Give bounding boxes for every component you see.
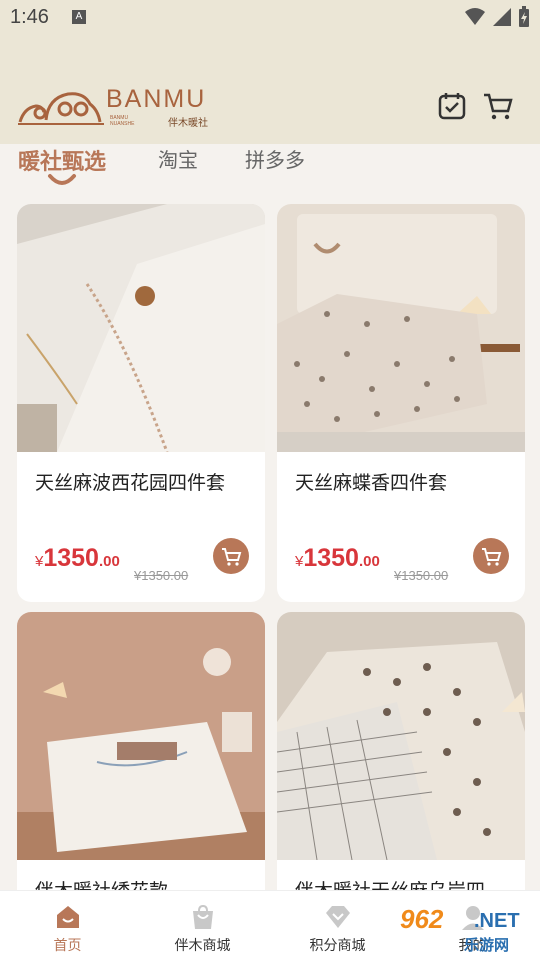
status-bar: 1:46 A (0, 0, 540, 36)
product-card[interactable]: 伴木暖社绣花款 (17, 612, 265, 890)
product-title[interactable]: 天丝麻波西花园四件套 (35, 468, 225, 495)
logo-wordmark: BANMU (106, 85, 207, 113)
tab-pinduoduo[interactable]: 拼多多 (245, 144, 305, 173)
shopping-cart-icon[interactable] (482, 90, 514, 122)
brand-logo: BANMU BANMU NUANSHE 伴木暖社 (18, 84, 218, 129)
diamond-icon (326, 906, 350, 928)
price-integer: 1350 (303, 544, 359, 572)
nav-banmu-mall[interactable]: 伴木商城 (135, 891, 270, 960)
cart-icon (482, 548, 502, 566)
watermark-cn: 乐游网 (464, 936, 510, 954)
product-title[interactable]: 伴木暖社绣花款 (35, 876, 168, 890)
product-title[interactable]: 伴木暖社天丝麻乌岸四 (295, 876, 485, 890)
site-watermark: 962 .NET 乐游网 (400, 904, 536, 958)
tab-taobao[interactable]: 淘宝 (158, 144, 198, 173)
status-time: 1:46 (10, 6, 49, 28)
original-price: ¥1350.00 (394, 568, 449, 583)
product-card[interactable]: 天丝麻波西花园四件套 ¥1350.00 ¥1350.00 (17, 204, 265, 602)
nav-points-mall[interactable]: 积分商城 (270, 891, 405, 960)
product-card[interactable]: 伴木暖社天丝麻乌岸四 (277, 612, 525, 890)
nav-points-mall-label: 积分商城 (309, 938, 366, 954)
product-image[interactable] (17, 204, 265, 452)
wifi-icon (465, 8, 485, 25)
original-price: ¥1350.00 (134, 568, 189, 583)
price-decimal: .00 (98, 553, 120, 570)
product-image[interactable] (277, 204, 525, 452)
app-header: BANMU BANMU NUANSHE 伴木暖社 (0, 36, 540, 144)
product-title[interactable]: 天丝麻蝶香四件套 (295, 468, 447, 495)
active-tab-indicator (48, 174, 76, 185)
price-integer: 1350 (43, 544, 99, 572)
add-to-cart-button[interactable] (213, 538, 249, 574)
product-card[interactable]: 天丝麻蝶香四件套 ¥1350.00 ¥1350.00 (277, 204, 525, 602)
category-tabs: 暖社甄选 淘宝 拼多多 (0, 144, 540, 190)
signal-icon (493, 8, 511, 26)
watermark-number: 962 (400, 904, 444, 934)
product-image[interactable] (17, 612, 265, 860)
battery-icon (519, 6, 529, 27)
checkin-calendar-icon[interactable] (436, 90, 468, 122)
shopping-bag-icon (193, 904, 213, 929)
price-decimal: .00 (358, 553, 380, 570)
nav-home[interactable]: 首页 (0, 891, 135, 960)
logo-subtext: BANMU NUANSHE (110, 115, 134, 127)
product-price: ¥1350.00 (295, 544, 380, 573)
cart-icon (222, 548, 242, 566)
add-to-cart-button[interactable] (473, 538, 509, 574)
logo-mark-icon (18, 92, 104, 125)
watermark-domain: .NET (474, 910, 520, 932)
home-icon (57, 906, 79, 928)
nav-banmu-mall-label: 伴木商城 (174, 938, 231, 954)
logo-sub-line2: NUANSHE (110, 121, 135, 127)
nav-home-label: 首页 (53, 938, 82, 954)
logo-chinese: 伴木暖社 (168, 118, 208, 129)
notification-a-icon: A (72, 10, 86, 24)
product-grid: 天丝麻波西花园四件套 ¥1350.00 ¥1350.00 天丝麻蝶香四件套 ¥1… (0, 190, 540, 890)
product-price: ¥1350.00 (35, 544, 120, 573)
product-image[interactable] (277, 612, 525, 860)
